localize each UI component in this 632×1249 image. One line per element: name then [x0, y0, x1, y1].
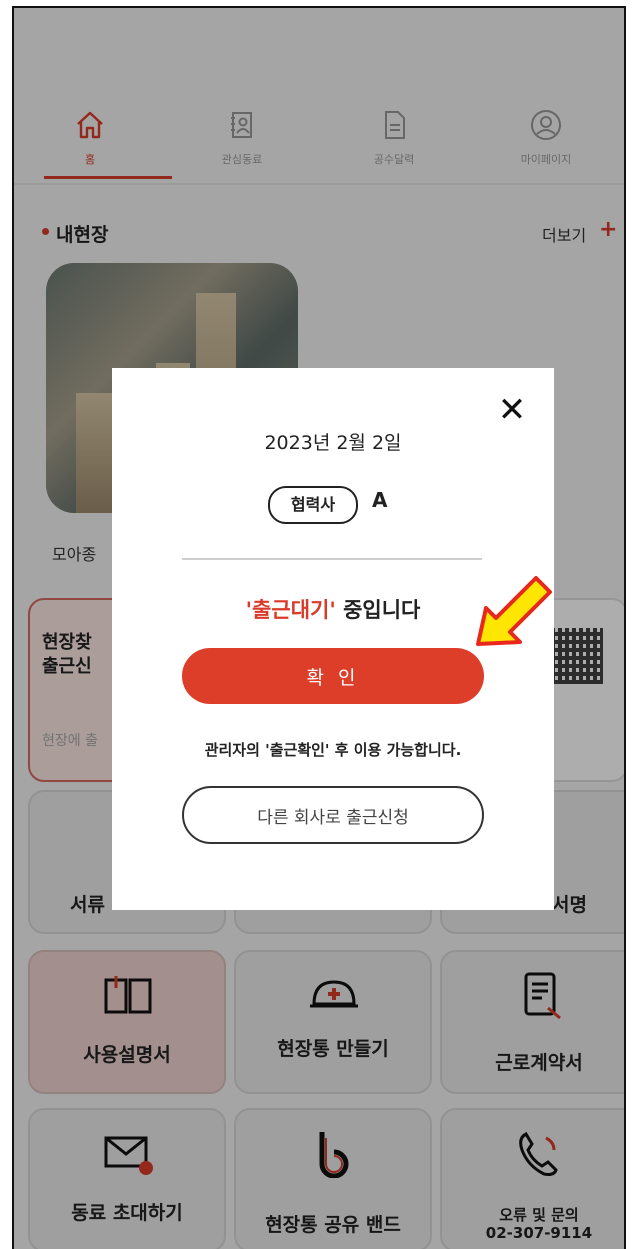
status-highlight: '출근대기'	[245, 598, 336, 622]
other-company-checkin-button[interactable]: 다른 회사로 출근신청	[182, 786, 484, 844]
notice-text: 관리자의 '출근확인' 후 이용 가능합니다.	[204, 741, 462, 759]
arrow-annotation-icon	[476, 576, 552, 646]
confirm-button[interactable]: 확 인	[182, 648, 484, 704]
partner-badge: 협력사	[268, 486, 358, 524]
partner-name: A	[372, 488, 388, 512]
close-icon[interactable]: ✕	[494, 392, 530, 428]
app-screen: 홈 관심동료 공수달력 마이페이지 내현장 더보기 + 모아종 현장찾 출근신 …	[12, 6, 626, 1249]
status-text: 중입니다	[335, 598, 421, 622]
dialog-date: 2023년 2월 2일	[264, 432, 402, 454]
dialog-divider	[182, 558, 482, 560]
